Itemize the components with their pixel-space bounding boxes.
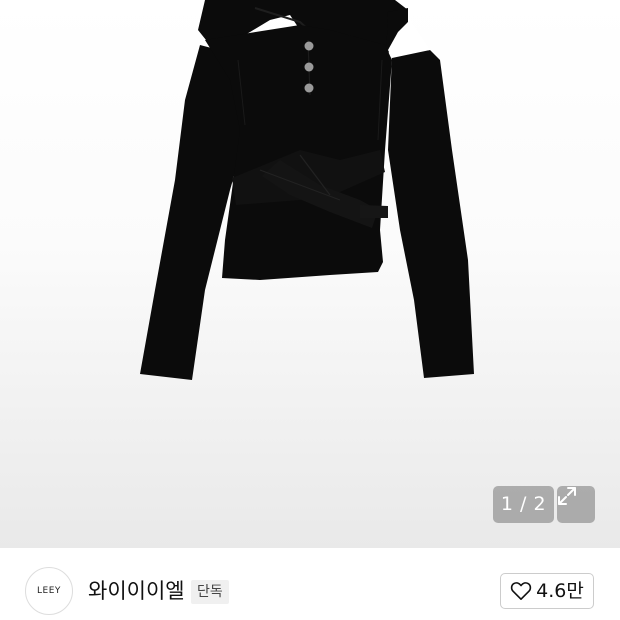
like-count: 4.6만 xyxy=(536,580,584,602)
expand-diagonal-icon xyxy=(558,487,576,505)
image-pager: 1 / 2 xyxy=(493,486,554,523)
shop-logo[interactable]: LEEY xyxy=(25,567,73,615)
right-sleeve xyxy=(388,50,474,378)
like-button[interactable]: 4.6만 xyxy=(500,573,594,609)
button-2 xyxy=(304,62,314,72)
shop-info-bar: LEEY 와이이이엘 단독 4.6만 xyxy=(0,548,620,620)
product-detail-screen: 1 / 2 LEEY 와이이이엘 단독 4.6만 xyxy=(0,0,620,620)
button-1 xyxy=(304,41,314,51)
button-3 xyxy=(304,83,314,93)
heart-outline-icon xyxy=(510,582,532,600)
shop-name[interactable]: 와이이이엘 xyxy=(88,577,185,605)
product-image[interactable]: 1 / 2 xyxy=(0,0,620,548)
belt-tab xyxy=(360,205,388,218)
shop-logo-text: LEEY xyxy=(37,586,61,596)
exclusive-badge: 단독 xyxy=(191,580,229,604)
expand-image-button[interactable] xyxy=(557,486,595,523)
garment-illustration xyxy=(140,0,474,380)
